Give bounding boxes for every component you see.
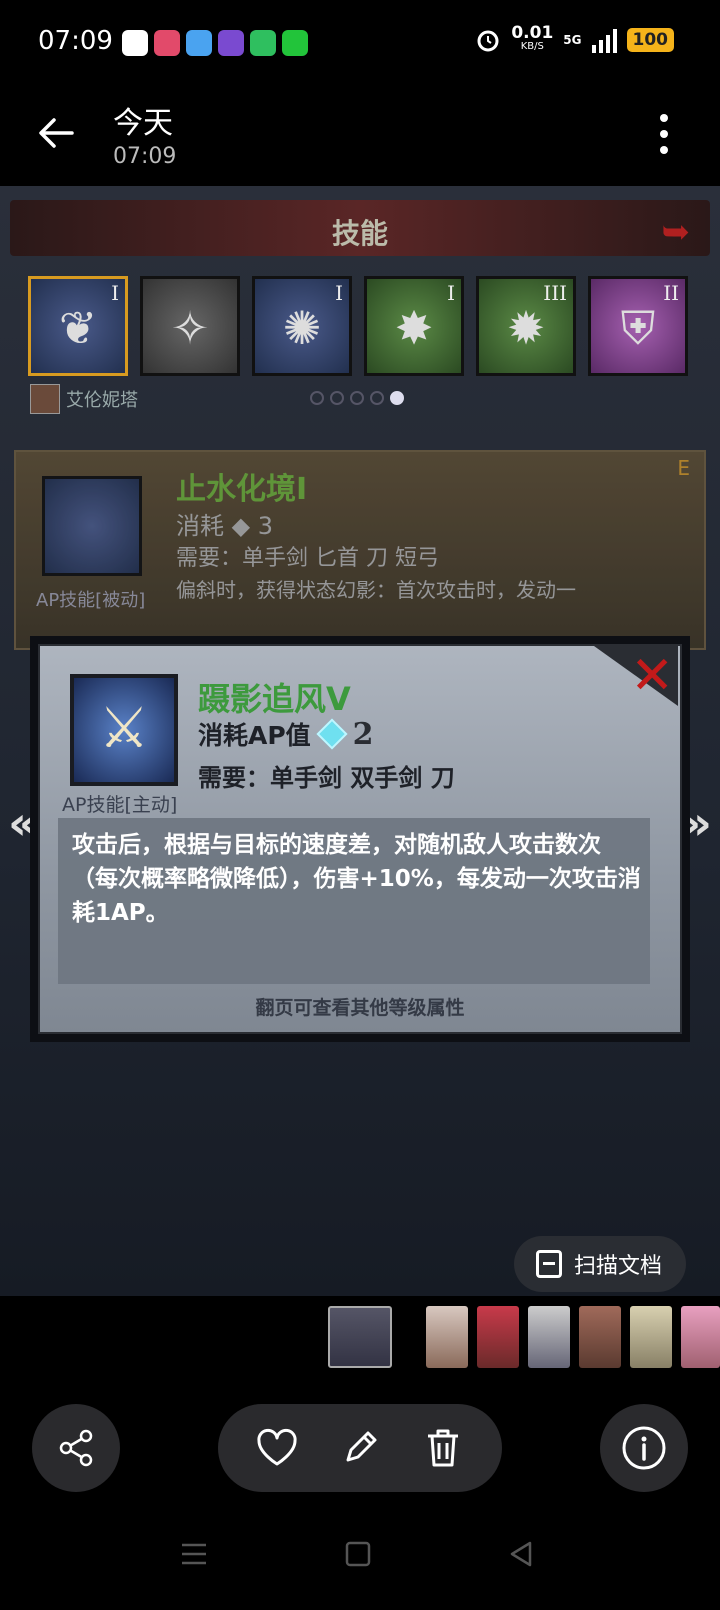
pencil-icon [346, 1431, 377, 1462]
battery-saver-icon [250, 30, 276, 56]
return-arrow-icon: ➥ [661, 212, 691, 252]
bg-skill-name: 止水化境I [176, 472, 308, 507]
image-viewer[interactable]: 技能 ➥ ❦ I ✧ ✺ I ✸ I ✹ III ⛨ II 艾伦妮塔 止水化境I… [0, 186, 720, 1296]
skill-icon: ⚔ [70, 674, 178, 786]
menu-icon[interactable] [178, 1538, 210, 1570]
share-button[interactable] [32, 1404, 120, 1492]
bg-card-corner: E [677, 456, 690, 480]
skill-glyph: ✺ [282, 301, 322, 355]
bg-skill-icon [42, 476, 142, 576]
skill-slot: ⛨ II [588, 276, 688, 376]
skill-glyph: ⛨ [620, 301, 656, 355]
skill-rank: II [663, 281, 679, 305]
thumbnail[interactable] [528, 1306, 570, 1368]
thumbnail-strip[interactable] [0, 1296, 720, 1372]
skill-cost: 消耗AP值 2 [198, 716, 374, 752]
system-nav-bar [0, 1502, 720, 1610]
bg-skill-type: AP技能[被动] [36, 590, 146, 611]
page-title: 今天 [113, 106, 173, 141]
skill-popup: ✕ ⚔ AP技能[主动] 蹑影追风V 消耗AP值 2 需要：单手剑 双手剑 刀 … [30, 636, 690, 1042]
skill-type: AP技能[主动] [62, 794, 178, 816]
action-group [218, 1404, 502, 1492]
skill-name: 蹑影追风V [198, 680, 351, 718]
skill-rank: III [543, 281, 567, 305]
battery-indicator: 100 [626, 28, 674, 52]
info-button[interactable] [600, 1404, 688, 1492]
skill-glyph: ❦ [58, 301, 98, 355]
info-icon [622, 1426, 666, 1470]
scan-document-button[interactable]: 扫描文档 [513, 1236, 686, 1292]
character-name: 艾伦妮塔 [66, 390, 138, 411]
thumbnail[interactable] [579, 1306, 621, 1368]
network-type: 5G [563, 33, 582, 47]
green-app-icon [282, 30, 308, 56]
weather-icon [186, 30, 212, 56]
skill-requirement: 需要：单手剑 双手剑 刀 [198, 764, 455, 792]
skill-rank: I [111, 281, 119, 305]
thumbnail[interactable] [681, 1306, 720, 1368]
top-bar: 今天 07:09 [0, 86, 720, 186]
skill-cost-value: 2 [352, 716, 374, 752]
skill-slot: ❦ I [28, 276, 128, 376]
skill-slot: ✺ I [252, 276, 352, 376]
skill-slot: ✹ III [476, 276, 576, 376]
share-icon [59, 1429, 93, 1467]
status-bar: 07:09 0.01 KB/S 5G 100 [0, 0, 720, 86]
skill-cost-label: 消耗AP值 [198, 721, 311, 750]
status-time: 07:09 [38, 26, 113, 56]
thumbnail[interactable] [426, 1306, 468, 1368]
skill-glyph: ✧ [170, 301, 210, 355]
skill-rank: I [447, 281, 455, 305]
app-icon [218, 30, 244, 56]
page-subtitle: 07:09 [113, 144, 177, 169]
alarm-icon [477, 30, 499, 52]
heart-icon [257, 1428, 297, 1466]
close-icon: ✕ [630, 646, 674, 706]
game-header-title: 技能 [331, 217, 388, 250]
bg-skill-cost: 消耗 ◆ 3 [176, 512, 273, 540]
game-header: 技能 ➥ [10, 200, 710, 256]
scan-icon [535, 1250, 562, 1278]
skill-glyph: ✸ [394, 301, 434, 355]
sword-icon: ⚔ [98, 696, 150, 761]
skill-rank: I [335, 281, 343, 305]
skill-popup-body: ✕ ⚔ AP技能[主动] 蹑影追风V 消耗AP值 2 需要：单手剑 双手剑 刀 … [38, 644, 682, 1034]
net-speed: 0.01 KB/S [511, 25, 553, 54]
bg-skill-desc: 偏斜时，获得状态幻影：首次攻击时，发动一 [176, 578, 576, 602]
thumbnail-current[interactable] [328, 1306, 392, 1368]
background-skill-card: 止水化境I 消耗 ◆ 3 需要：单手剑 匕首 刀 短弓 偏斜时，获得状态幻影：首… [14, 450, 706, 650]
character-row: 艾伦妮塔 [30, 384, 138, 414]
edit-button[interactable] [337, 1425, 383, 1471]
delete-button[interactable] [420, 1425, 466, 1471]
bg-cost-label: 消耗 [176, 512, 224, 540]
bg-skill-need: 需要：单手剑 匕首 刀 短弓 [176, 546, 439, 571]
baidu-icon [122, 30, 148, 56]
bottom-toolbar [0, 1372, 720, 1502]
skill-glyph: ✹ [506, 301, 546, 355]
gem-icon [316, 718, 348, 750]
scan-document-label: 扫描文档 [573, 1254, 662, 1279]
status-right: 0.01 KB/S 5G 100 [475, 25, 674, 54]
page-hint: 翻页可查看其他等级属性 [255, 997, 465, 1019]
notification-icons [122, 30, 308, 56]
skill-description: 攻击后，根据与目标的速度差，对随机敌人攻击数次（每次概率略微降低），伤害+10%… [72, 832, 641, 926]
back-arrow-icon[interactable] [32, 108, 82, 158]
home-icon[interactable] [342, 1538, 374, 1570]
back-icon[interactable] [505, 1538, 537, 1570]
signal-icon [591, 27, 617, 53]
more-options-icon[interactable] [660, 114, 670, 162]
skill-slot: ✸ I [364, 276, 464, 376]
taobao-icon [154, 30, 180, 56]
skill-row: ❦ I ✧ ✺ I ✸ I ✹ III ⛨ II [28, 276, 688, 376]
bg-cost-value: 3 [257, 512, 273, 540]
character-avatar [30, 384, 60, 414]
thumbnail[interactable] [477, 1306, 519, 1368]
thumbnail[interactable] [630, 1306, 672, 1368]
trash-icon [427, 1429, 458, 1467]
page-dots [310, 391, 404, 405]
skill-slot: ✧ [140, 276, 240, 376]
favorite-button[interactable] [254, 1425, 300, 1471]
